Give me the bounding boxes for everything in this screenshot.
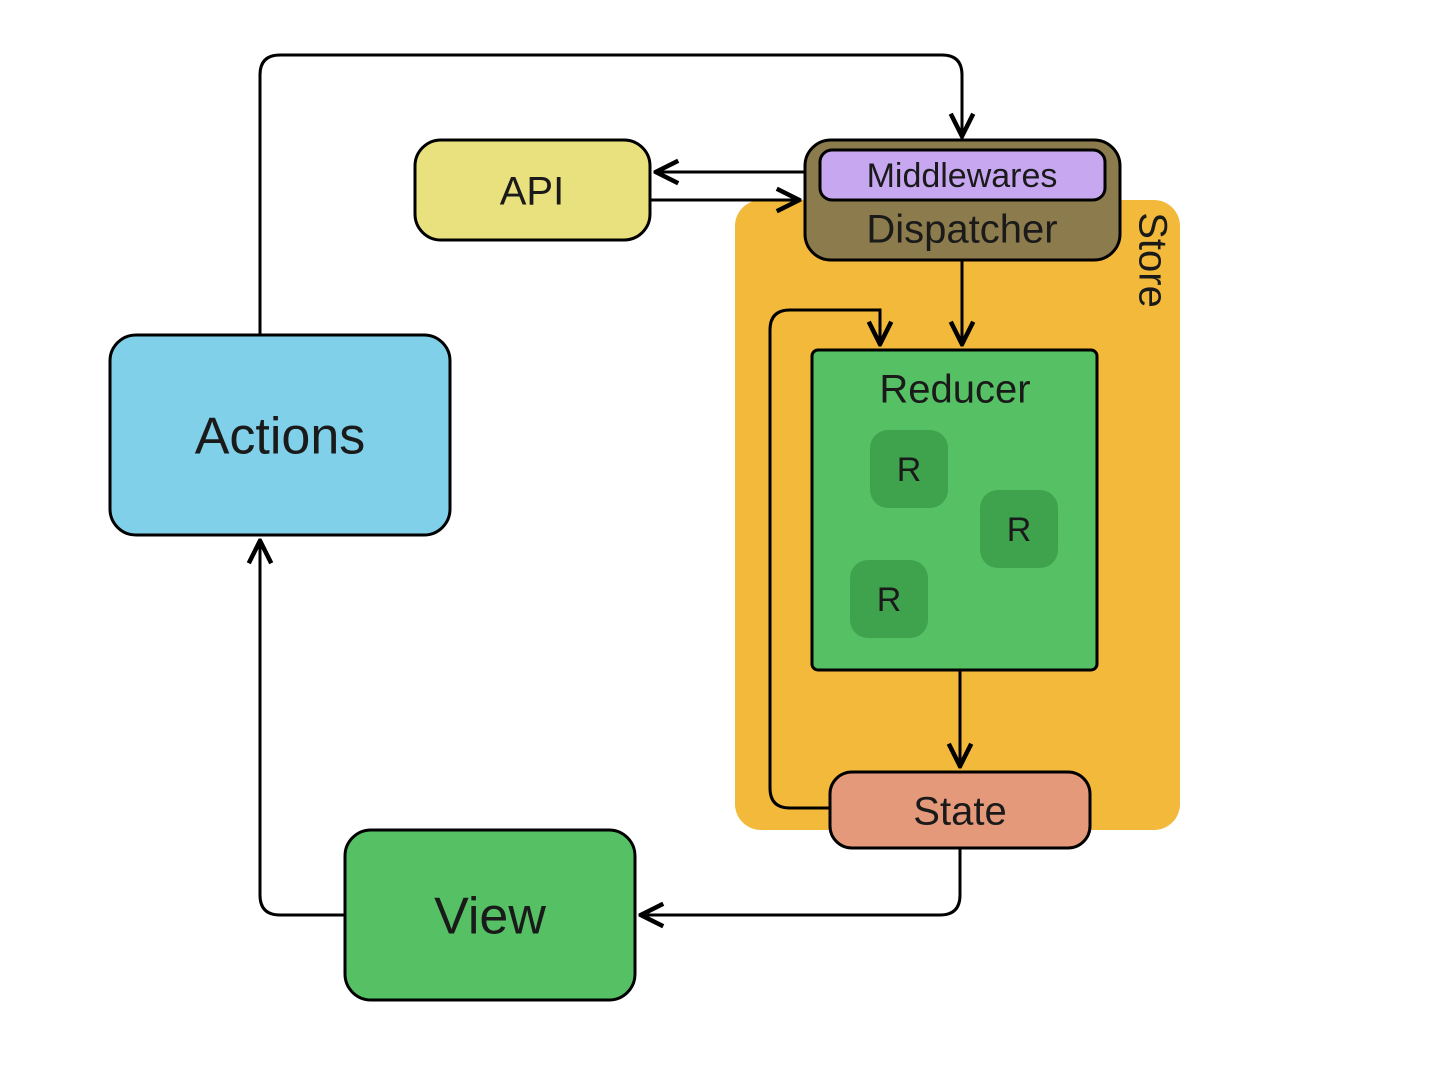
actions-label: Actions [195,408,366,466]
store-label: Store [1130,212,1174,308]
reducer-item: R [980,490,1058,568]
reducer-item: R [850,560,928,638]
reducer-item-label: R [897,451,922,489]
dispatcher-label: Dispatcher [866,208,1057,252]
middlewares-label: Middlewares [867,157,1058,195]
edge-view-to-actions [260,543,345,915]
edge-state-to-view [643,848,960,915]
middlewares-box: Middlewares [820,150,1105,200]
view-label: View [434,888,546,946]
reducer-item: R [870,430,948,508]
reducer-box: Reducer R R R [812,350,1097,670]
reducer-label: Reducer [879,368,1030,412]
api-label: API [500,170,564,214]
dispatcher-box: Middlewares Dispatcher [805,140,1120,260]
reducer-item-label: R [877,581,902,619]
actions-box: Actions [110,335,450,535]
api-box: API [415,140,650,240]
state-box: State [830,772,1090,848]
view-box: View [345,830,635,1000]
state-label: State [913,790,1006,834]
reducer-item-label: R [1007,511,1032,549]
